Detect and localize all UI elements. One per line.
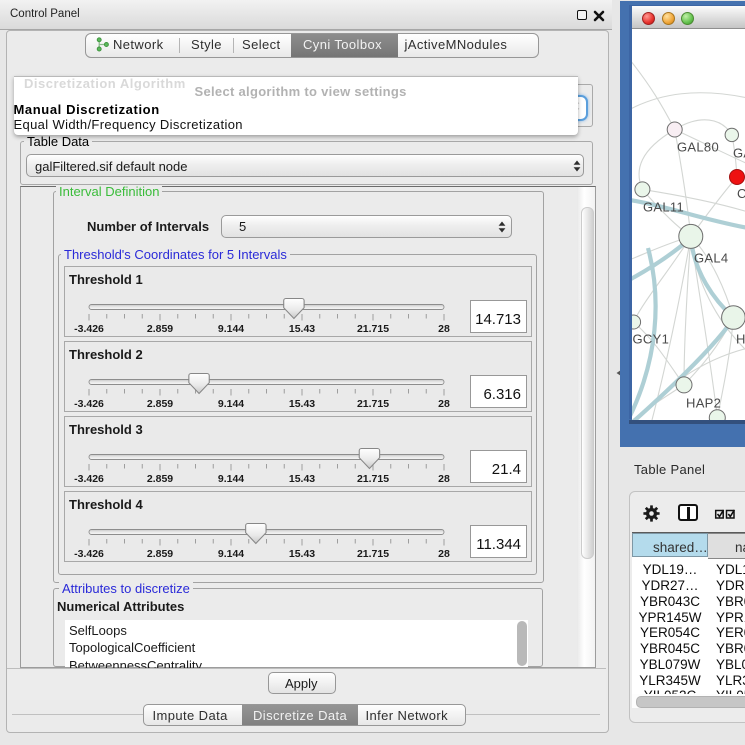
svg-text:-3.426: -3.426 bbox=[74, 473, 104, 485]
svg-text:-3.426: -3.426 bbox=[74, 398, 104, 410]
svg-text:-3.426: -3.426 bbox=[74, 548, 104, 560]
svg-text:2.859: 2.859 bbox=[147, 398, 173, 410]
svg-text:H: H bbox=[736, 332, 745, 347]
svg-text:15.43: 15.43 bbox=[289, 548, 315, 560]
svg-text:15.43: 15.43 bbox=[289, 398, 315, 410]
svg-text:28: 28 bbox=[438, 398, 450, 410]
svg-text:28: 28 bbox=[438, 323, 450, 335]
svg-text:15.43: 15.43 bbox=[289, 323, 315, 335]
svg-text:15.43: 15.43 bbox=[289, 473, 315, 485]
svg-text:21.715: 21.715 bbox=[357, 398, 389, 410]
svg-text:-3.426: -3.426 bbox=[74, 323, 104, 335]
svg-text:2.859: 2.859 bbox=[147, 548, 173, 560]
svg-text:9.144: 9.144 bbox=[218, 548, 244, 560]
svg-text:HAP2: HAP2 bbox=[686, 396, 721, 411]
svg-text:28: 28 bbox=[438, 473, 450, 485]
svg-text:21.715: 21.715 bbox=[357, 473, 389, 485]
svg-text:28: 28 bbox=[438, 548, 450, 560]
svg-text:2.859: 2.859 bbox=[147, 473, 173, 485]
svg-text:GAL11: GAL11 bbox=[643, 200, 684, 215]
svg-text:9.144: 9.144 bbox=[218, 323, 244, 335]
svg-text:GCY1: GCY1 bbox=[633, 332, 670, 347]
svg-text:21.715: 21.715 bbox=[357, 323, 389, 335]
svg-text:GAL4: GAL4 bbox=[694, 251, 728, 266]
svg-text:9.144: 9.144 bbox=[218, 473, 244, 485]
svg-text:9.144: 9.144 bbox=[218, 398, 244, 410]
svg-text:21.715: 21.715 bbox=[357, 548, 389, 560]
svg-text:2.859: 2.859 bbox=[147, 323, 173, 335]
svg-text:C: C bbox=[737, 186, 745, 201]
svg-text:GA: GA bbox=[733, 146, 745, 161]
svg-text:GAL80: GAL80 bbox=[677, 140, 719, 155]
